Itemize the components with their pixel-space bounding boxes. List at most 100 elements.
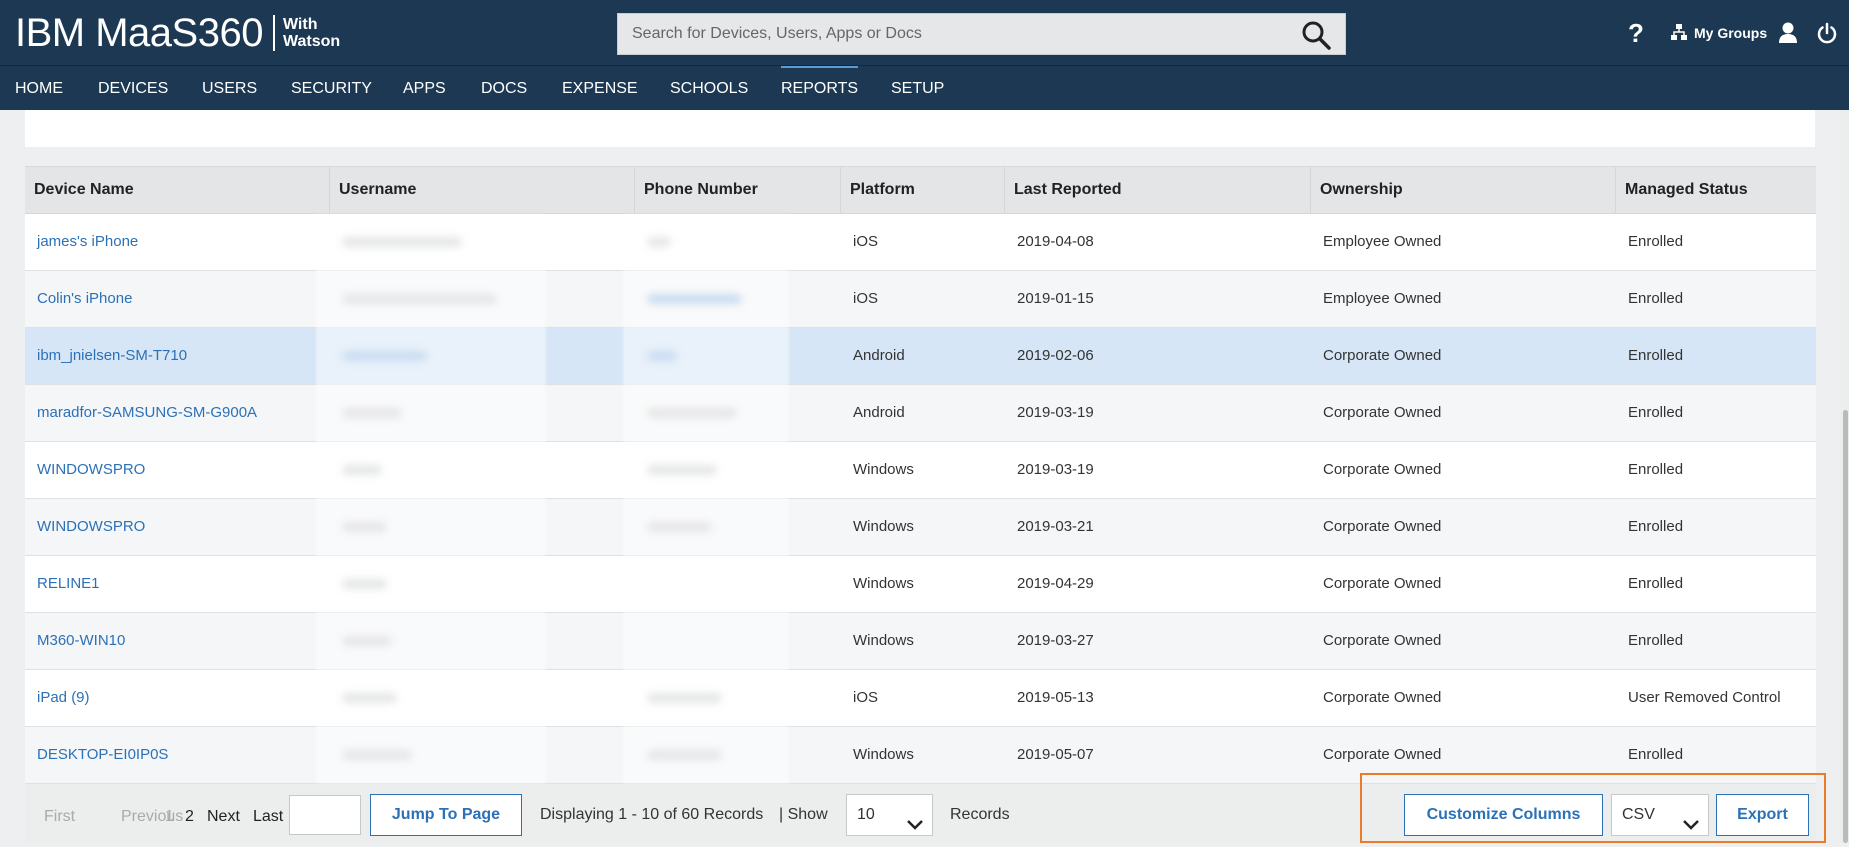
managed-status-cell: Enrolled <box>1628 347 1684 364</box>
username-cell <box>330 385 635 441</box>
platform-cell: Windows <box>853 575 914 592</box>
table-row[interactable]: Colin's iPhone iOS 2019-01-15 Employee O… <box>25 271 1816 328</box>
table-row[interactable]: RELINE1 Windows 2019-04-29 Corporate Own… <box>25 556 1816 613</box>
managed-status-cell: Enrolled <box>1628 746 1684 763</box>
phone-cell <box>635 442 841 498</box>
records-summary: Displaying 1 - 10 of 60 Records <box>540 806 764 823</box>
device-name-link[interactable]: DESKTOP-EI0IP0S <box>25 727 330 783</box>
groups-icon <box>1670 23 1688 44</box>
last-reported-cell: 2019-03-27 <box>1017 632 1094 649</box>
table-row[interactable]: WINDOWSPRO Windows 2019-03-19 Corporate … <box>25 442 1816 499</box>
col-platform[interactable]: Platform <box>841 167 1005 213</box>
main-nav: HOME DEVICES USERS SECURITY APPS DOCS EX… <box>0 66 1849 110</box>
nav-apps[interactable]: APPS <box>403 66 446 110</box>
platform-cell: iOS <box>853 233 879 250</box>
jump-page-input[interactable] <box>289 795 361 835</box>
power-icon[interactable] <box>1816 0 1838 66</box>
table-row[interactable]: WINDOWSPRO Windows 2019-03-21 Corporate … <box>25 499 1816 556</box>
managed-status-cell: Enrolled <box>1628 632 1684 649</box>
username-cell <box>330 214 635 270</box>
report-summary-panel <box>25 110 1815 147</box>
search-input[interactable] <box>618 14 1278 54</box>
last-reported-cell: 2019-05-13 <box>1017 689 1094 706</box>
table-row[interactable]: james's iPhone iOS 2019-04-08 Employee O… <box>25 214 1816 271</box>
platform-cell: Windows <box>853 518 914 535</box>
device-name-link[interactable]: WINDOWSPRO <box>25 442 330 498</box>
phone-cell <box>635 556 841 612</box>
global-search <box>617 13 1346 55</box>
phone-cell <box>635 613 841 669</box>
username-cell <box>330 271 635 327</box>
device-name-link[interactable]: WINDOWSPRO <box>25 499 330 555</box>
table-row-selected[interactable]: ibm_jnielsen-SM-T710 Android 2019-02-06 … <box>25 328 1816 385</box>
username-cell <box>330 328 635 384</box>
table-row[interactable]: iPad (9) iOS 2019-05-13 Corporate Owned … <box>25 670 1816 727</box>
phone-cell <box>635 328 841 384</box>
help-label: ? <box>1628 17 1644 48</box>
export-button[interactable]: Export <box>1716 794 1809 836</box>
chevron-down-icon <box>906 807 924 847</box>
page-size-select[interactable]: 10 <box>846 794 933 836</box>
nav-devices[interactable]: DEVICES <box>98 66 168 110</box>
username-cell <box>330 442 635 498</box>
platform-cell: Windows <box>853 746 914 763</box>
col-managed-status[interactable]: Managed Status <box>1616 167 1816 213</box>
device-name-link[interactable]: ibm_jnielsen-SM-T710 <box>25 328 330 384</box>
pager-first[interactable]: First <box>44 808 75 826</box>
managed-status-cell: User Removed Control <box>1628 689 1781 706</box>
phone-cell <box>635 271 841 327</box>
managed-status-cell: Enrolled <box>1628 233 1684 250</box>
brand-logo[interactable]: IBM MaaS360 With Watson <box>15 11 340 55</box>
table-row[interactable]: DESKTOP-EI0IP0S Windows 2019-05-07 Corpo… <box>25 727 1816 784</box>
ownership-cell: Corporate Owned <box>1323 404 1442 421</box>
user-profile-icon[interactable] <box>1778 0 1798 66</box>
col-device-name[interactable]: Device Name <box>25 167 330 213</box>
ownership-cell: Employee Owned <box>1323 233 1442 250</box>
pager-last[interactable]: Last <box>253 808 283 826</box>
device-name-link[interactable]: RELINE1 <box>25 556 330 612</box>
pager-page-2[interactable]: 2 <box>185 808 194 826</box>
managed-status-cell: Enrolled <box>1628 404 1684 421</box>
pager-next[interactable]: Next <box>207 808 240 826</box>
nav-schools[interactable]: SCHOOLS <box>670 66 748 110</box>
managed-status-cell: Enrolled <box>1628 518 1684 535</box>
nav-users[interactable]: USERS <box>202 66 257 110</box>
table-header: Device Name Username Phone Number Platfo… <box>25 166 1816 214</box>
col-ownership[interactable]: Ownership <box>1311 167 1616 213</box>
phone-cell <box>635 499 841 555</box>
nav-docs[interactable]: DOCS <box>481 66 527 110</box>
my-groups-button[interactable]: My Groups <box>1670 0 1767 66</box>
col-username[interactable]: Username <box>330 167 635 213</box>
col-phone-number[interactable]: Phone Number <box>635 167 841 213</box>
device-name-link[interactable]: james's iPhone <box>25 214 330 270</box>
username-cell <box>330 556 635 612</box>
username-cell <box>330 613 635 669</box>
device-name-link[interactable]: M360-WIN10 <box>25 613 330 669</box>
nav-reports[interactable]: REPORTS <box>781 66 859 110</box>
ownership-cell: Corporate Owned <box>1323 689 1442 706</box>
platform-cell: Android <box>853 404 905 421</box>
pager-page-1[interactable]: 1 <box>165 808 174 826</box>
platform-cell: iOS <box>853 689 879 706</box>
device-name-link[interactable]: iPad (9) <box>25 670 330 726</box>
nav-expense[interactable]: EXPENSE <box>562 66 638 110</box>
help-icon[interactable]: ? <box>1628 0 1644 66</box>
device-name-link[interactable]: maradfor-SAMSUNG-SM-G900A <box>25 385 330 441</box>
jump-to-page-button[interactable]: Jump To Page <box>370 794 522 836</box>
device-name-link[interactable]: Colin's iPhone <box>25 271 330 327</box>
nav-setup[interactable]: SETUP <box>891 66 944 110</box>
username-cell <box>330 499 635 555</box>
devices-table: Device Name Username Phone Number Platfo… <box>25 166 1816 784</box>
nav-security[interactable]: SECURITY <box>291 66 372 110</box>
ownership-cell: Corporate Owned <box>1323 347 1442 364</box>
platform-cell: Windows <box>853 461 914 478</box>
nav-home[interactable]: HOME <box>15 66 63 110</box>
table-row[interactable]: maradfor-SAMSUNG-SM-G900A Android 2019-0… <box>25 385 1816 442</box>
search-icon[interactable] <box>1301 20 1331 50</box>
ownership-cell: Corporate Owned <box>1323 746 1442 763</box>
export-format-select[interactable]: CSV <box>1611 794 1709 836</box>
col-last-reported[interactable]: Last Reported <box>1005 167 1311 213</box>
table-row[interactable]: M360-WIN10 Windows 2019-03-27 Corporate … <box>25 613 1816 670</box>
customize-columns-button[interactable]: Customize Columns <box>1404 794 1603 836</box>
scrollbar-thumb[interactable] <box>1843 410 1848 843</box>
